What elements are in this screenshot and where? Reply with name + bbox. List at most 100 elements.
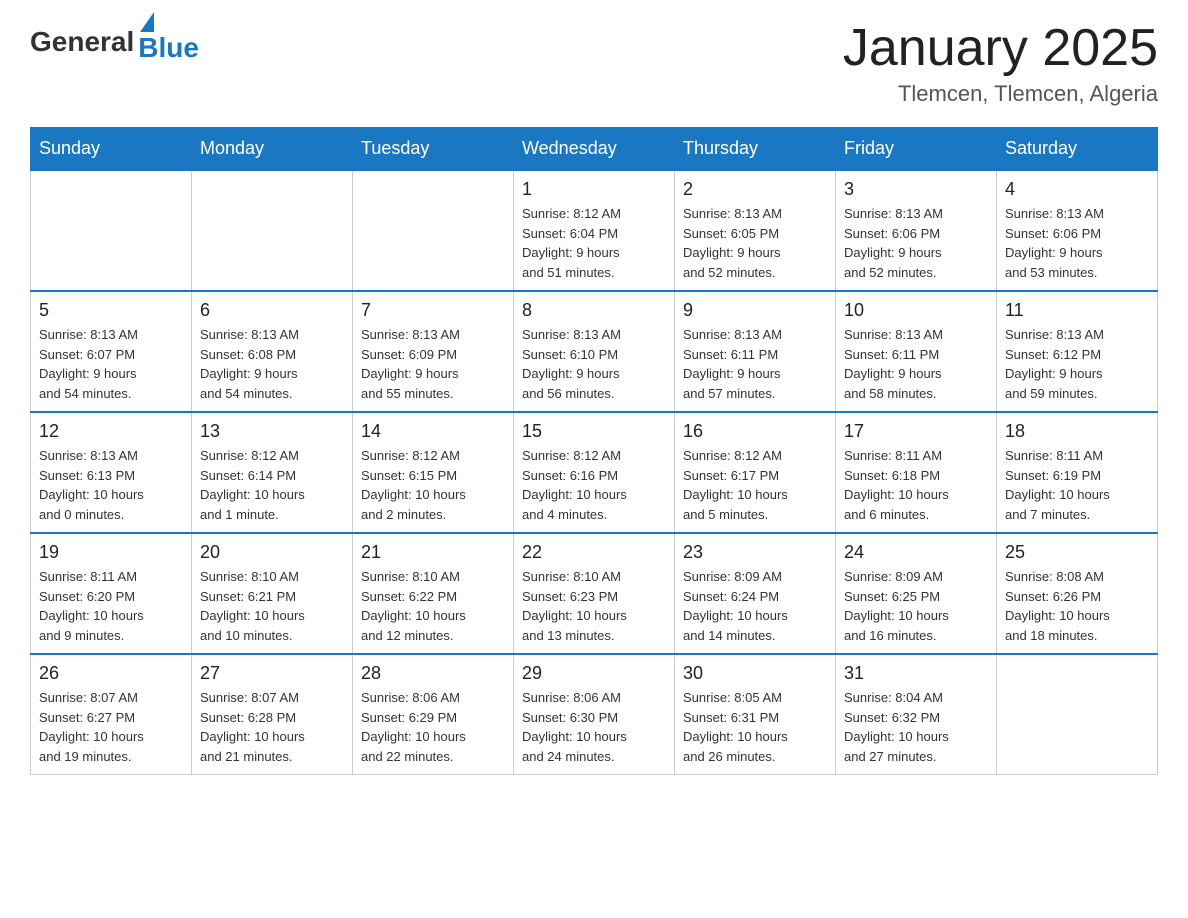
day-info: Sunrise: 8:13 AM Sunset: 6:11 PM Dayligh…: [683, 325, 827, 403]
column-header-wednesday: Wednesday: [514, 128, 675, 171]
calendar-cell: [192, 170, 353, 291]
column-header-monday: Monday: [192, 128, 353, 171]
calendar-cell: 8 Sunrise: 8:13 AM Sunset: 6:10 PM Daylig…: [514, 291, 675, 412]
calendar-cell: 11Sunrise: 8:13 AM Sunset: 6:12 PM Dayli…: [997, 291, 1158, 412]
day-number: 23: [683, 542, 827, 563]
day-info: Sunrise: 8:13 AM Sunset: 6:06 PM Dayligh…: [1005, 204, 1149, 282]
calendar-cell: 29 Sunrise: 8:06 AM Sunset: 6:30 PM Dayli…: [514, 654, 675, 775]
calendar-cell: 14 Sunrise: 8:12 AM Sunset: 6:15 PM Dayli…: [353, 412, 514, 533]
day-info: Sunrise: 8:12 AM Sunset: 6:17 PM Dayligh…: [683, 446, 827, 524]
logo: General Blue: [30, 20, 199, 64]
calendar-cell: 16 Sunrise: 8:12 AM Sunset: 6:17 PM Dayli…: [675, 412, 836, 533]
page-header: General Blue January 2025 Tlemcen, Tlemc…: [30, 20, 1158, 107]
day-info: Sunrise: 8:13 AM Sunset: 6:06 PM Dayligh…: [844, 204, 988, 282]
calendar-cell: 6 Sunrise: 8:13 AM Sunset: 6:08 PM Daylig…: [192, 291, 353, 412]
day-info: Sunrise: 8:06 AM Sunset: 6:29 PM Dayligh…: [361, 688, 505, 766]
day-info: Sunrise: 8:13 AM Sunset: 6:09 PM Dayligh…: [361, 325, 505, 403]
calendar-week-4: 19 Sunrise: 8:11 AM Sunset: 6:20 PM Dayli…: [31, 533, 1158, 654]
column-header-friday: Friday: [836, 128, 997, 171]
calendar-cell: 15 Sunrise: 8:12 AM Sunset: 6:16 PM Dayli…: [514, 412, 675, 533]
day-number: 2: [683, 179, 827, 200]
calendar-cell: [31, 170, 192, 291]
day-number: 22: [522, 542, 666, 563]
day-info: Sunrise: 8:05 AM Sunset: 6:31 PM Dayligh…: [683, 688, 827, 766]
day-number: 14: [361, 421, 505, 442]
day-info: Sunrise: 8:12 AM Sunset: 6:16 PM Dayligh…: [522, 446, 666, 524]
day-number: 31: [844, 663, 988, 684]
calendar-cell: 18Sunrise: 8:11 AM Sunset: 6:19 PM Dayli…: [997, 412, 1158, 533]
day-number: 16: [683, 421, 827, 442]
day-number: 15: [522, 421, 666, 442]
calendar-header-row: SundayMondayTuesdayWednesdayThursdayFrid…: [31, 128, 1158, 171]
calendar-cell: 23 Sunrise: 8:09 AM Sunset: 6:24 PM Dayli…: [675, 533, 836, 654]
calendar-cell: 22Sunrise: 8:10 AM Sunset: 6:23 PM Dayli…: [514, 533, 675, 654]
day-number: 21: [361, 542, 505, 563]
day-number: 11: [1005, 300, 1149, 321]
day-info: Sunrise: 8:07 AM Sunset: 6:28 PM Dayligh…: [200, 688, 344, 766]
calendar-cell: 9Sunrise: 8:13 AM Sunset: 6:11 PM Daylig…: [675, 291, 836, 412]
day-info: Sunrise: 8:12 AM Sunset: 6:04 PM Dayligh…: [522, 204, 666, 282]
day-number: 29: [522, 663, 666, 684]
day-info: Sunrise: 8:09 AM Sunset: 6:24 PM Dayligh…: [683, 567, 827, 645]
day-info: Sunrise: 8:10 AM Sunset: 6:22 PM Dayligh…: [361, 567, 505, 645]
day-number: 4: [1005, 179, 1149, 200]
day-info: Sunrise: 8:12 AM Sunset: 6:15 PM Dayligh…: [361, 446, 505, 524]
calendar-cell: 5 Sunrise: 8:13 AM Sunset: 6:07 PM Daylig…: [31, 291, 192, 412]
day-number: 5: [39, 300, 183, 321]
day-number: 17: [844, 421, 988, 442]
calendar-week-2: 5 Sunrise: 8:13 AM Sunset: 6:07 PM Daylig…: [31, 291, 1158, 412]
calendar-cell: 2Sunrise: 8:13 AM Sunset: 6:05 PM Daylig…: [675, 170, 836, 291]
day-number: 6: [200, 300, 344, 321]
day-number: 28: [361, 663, 505, 684]
day-number: 19: [39, 542, 183, 563]
column-header-tuesday: Tuesday: [353, 128, 514, 171]
day-number: 27: [200, 663, 344, 684]
day-number: 26: [39, 663, 183, 684]
day-number: 24: [844, 542, 988, 563]
day-number: 1: [522, 179, 666, 200]
day-info: Sunrise: 8:13 AM Sunset: 6:13 PM Dayligh…: [39, 446, 183, 524]
calendar-cell: 13 Sunrise: 8:12 AM Sunset: 6:14 PM Dayli…: [192, 412, 353, 533]
day-info: Sunrise: 8:13 AM Sunset: 6:10 PM Dayligh…: [522, 325, 666, 403]
day-number: 13: [200, 421, 344, 442]
day-info: Sunrise: 8:08 AM Sunset: 6:26 PM Dayligh…: [1005, 567, 1149, 645]
logo-text-general: General: [30, 26, 134, 58]
column-header-saturday: Saturday: [997, 128, 1158, 171]
calendar-subtitle: Tlemcen, Tlemcen, Algeria: [843, 81, 1158, 107]
day-info: Sunrise: 8:11 AM Sunset: 6:19 PM Dayligh…: [1005, 446, 1149, 524]
calendar-cell: 27 Sunrise: 8:07 AM Sunset: 6:28 PM Dayli…: [192, 654, 353, 775]
calendar-cell: 19 Sunrise: 8:11 AM Sunset: 6:20 PM Dayli…: [31, 533, 192, 654]
calendar-cell: [997, 654, 1158, 775]
calendar-cell: 4 Sunrise: 8:13 AM Sunset: 6:06 PM Daylig…: [997, 170, 1158, 291]
calendar-title: January 2025: [843, 20, 1158, 77]
day-info: Sunrise: 8:13 AM Sunset: 6:07 PM Dayligh…: [39, 325, 183, 403]
day-info: Sunrise: 8:11 AM Sunset: 6:20 PM Dayligh…: [39, 567, 183, 645]
calendar-week-1: 1 Sunrise: 8:12 AM Sunset: 6:04 PM Daylig…: [31, 170, 1158, 291]
calendar-cell: 26 Sunrise: 8:07 AM Sunset: 6:27 PM Dayli…: [31, 654, 192, 775]
day-info: Sunrise: 8:13 AM Sunset: 6:08 PM Dayligh…: [200, 325, 344, 403]
day-info: Sunrise: 8:09 AM Sunset: 6:25 PM Dayligh…: [844, 567, 988, 645]
calendar-cell: 10Sunrise: 8:13 AM Sunset: 6:11 PM Dayli…: [836, 291, 997, 412]
calendar-cell: 3Sunrise: 8:13 AM Sunset: 6:06 PM Daylig…: [836, 170, 997, 291]
day-info: Sunrise: 8:13 AM Sunset: 6:11 PM Dayligh…: [844, 325, 988, 403]
calendar-cell: 24 Sunrise: 8:09 AM Sunset: 6:25 PM Dayli…: [836, 533, 997, 654]
calendar-cell: 31Sunrise: 8:04 AM Sunset: 6:32 PM Dayli…: [836, 654, 997, 775]
day-info: Sunrise: 8:07 AM Sunset: 6:27 PM Dayligh…: [39, 688, 183, 766]
logo-triangle-icon: [140, 12, 154, 32]
calendar-cell: 7 Sunrise: 8:13 AM Sunset: 6:09 PM Daylig…: [353, 291, 514, 412]
day-number: 12: [39, 421, 183, 442]
calendar-cell: 20Sunrise: 8:10 AM Sunset: 6:21 PM Dayli…: [192, 533, 353, 654]
calendar-cell: [353, 170, 514, 291]
day-number: 8: [522, 300, 666, 321]
day-info: Sunrise: 8:12 AM Sunset: 6:14 PM Dayligh…: [200, 446, 344, 524]
calendar-week-3: 12 Sunrise: 8:13 AM Sunset: 6:13 PM Dayli…: [31, 412, 1158, 533]
day-number: 30: [683, 663, 827, 684]
calendar-table: SundayMondayTuesdayWednesdayThursdayFrid…: [30, 127, 1158, 775]
day-info: Sunrise: 8:06 AM Sunset: 6:30 PM Dayligh…: [522, 688, 666, 766]
calendar-cell: 21 Sunrise: 8:10 AM Sunset: 6:22 PM Dayli…: [353, 533, 514, 654]
day-info: Sunrise: 8:10 AM Sunset: 6:21 PM Dayligh…: [200, 567, 344, 645]
calendar-cell: 17Sunrise: 8:11 AM Sunset: 6:18 PM Dayli…: [836, 412, 997, 533]
calendar-cell: 12 Sunrise: 8:13 AM Sunset: 6:13 PM Dayli…: [31, 412, 192, 533]
day-number: 7: [361, 300, 505, 321]
logo-text-blue: Blue: [138, 32, 199, 64]
